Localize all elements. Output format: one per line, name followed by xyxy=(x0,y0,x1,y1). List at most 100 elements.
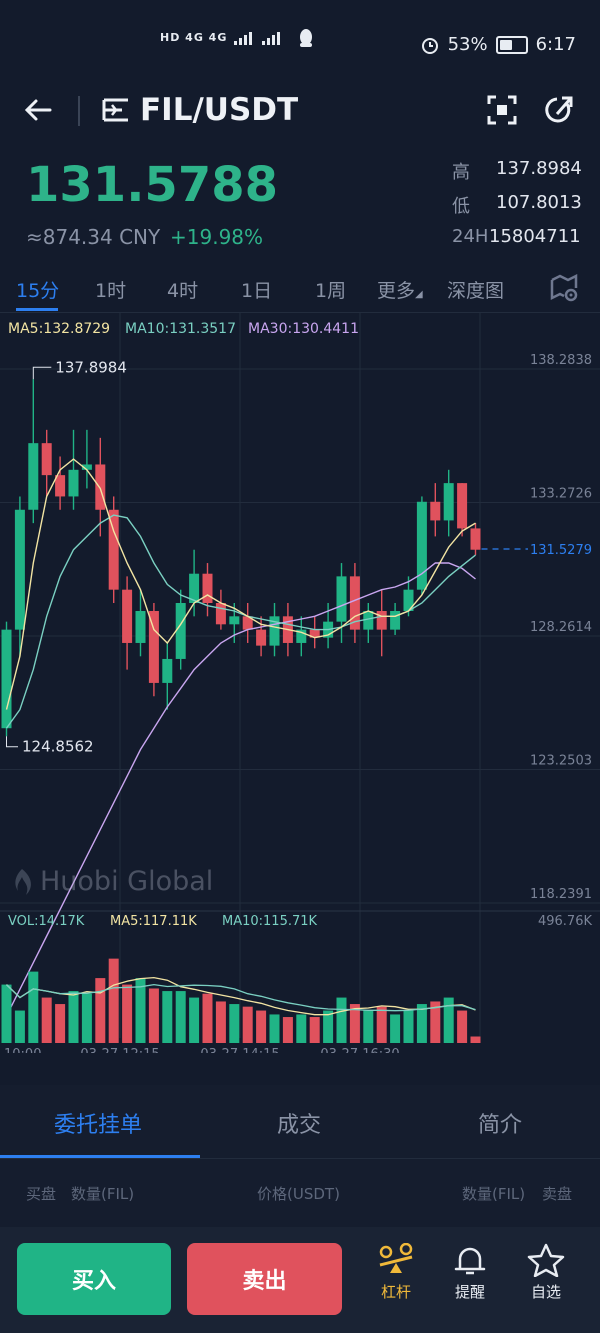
volume-bar xyxy=(390,1014,401,1043)
interval-tabs: 15分 1时 4时 1日 1周 更多◢ 深度图 xyxy=(0,268,600,313)
tab-15m[interactable]: 15分 xyxy=(16,276,59,303)
volume-bar xyxy=(470,1036,481,1043)
candle xyxy=(457,483,468,529)
menu-drawer-icon[interactable] xyxy=(102,96,130,124)
volume-bar xyxy=(282,1017,293,1043)
sell-button[interactable]: 卖出 xyxy=(187,1243,342,1315)
tab-1w[interactable]: 1周 xyxy=(315,276,346,303)
volume-bar xyxy=(95,978,106,1043)
candle xyxy=(122,589,133,643)
x-tick-label: 03-27 12:15 xyxy=(80,1047,159,1053)
candle xyxy=(202,573,213,604)
candle xyxy=(95,464,106,510)
tab-1d[interactable]: 1日 xyxy=(241,276,272,303)
volume-bar xyxy=(309,1017,320,1043)
qq-icon xyxy=(300,29,313,47)
tab-more[interactable]: 更多◢ xyxy=(377,276,423,303)
volume-bar xyxy=(256,1010,267,1043)
tab-intro[interactable]: 简介 xyxy=(478,1107,522,1139)
candle xyxy=(430,501,441,521)
volume-bar xyxy=(68,991,79,1043)
buy-button[interactable]: 买入 xyxy=(17,1243,171,1315)
high-label: 高 xyxy=(452,162,470,183)
battery-icon xyxy=(495,35,528,54)
kline-chart[interactable]: MA5:132.8729 MA10:131.3517 MA30:130.4411… xyxy=(0,313,600,1053)
tab-4h[interactable]: 4时 xyxy=(167,276,198,303)
network-indicators: HD 4G 4G xyxy=(160,28,315,48)
tab-1h[interactable]: 1时 xyxy=(95,276,126,303)
active-tab-indicator xyxy=(16,308,58,311)
min-price-label: 124.8562 xyxy=(22,738,94,756)
volume-max-label: 496.76K xyxy=(538,914,592,929)
volume-bar xyxy=(175,991,186,1043)
volume-indicator: VOL:14.17K xyxy=(8,914,85,929)
volume-bar xyxy=(135,978,146,1043)
chart-settings-icon[interactable] xyxy=(550,274,580,302)
leverage-label: 杠杆 xyxy=(380,1283,411,1301)
network-label: HD 4G 4G xyxy=(160,31,228,44)
candle xyxy=(1,629,12,729)
fullscreen-icon[interactable] xyxy=(486,94,518,126)
alert-nav[interactable]: 提醒 xyxy=(440,1243,500,1302)
battery-percent: 53% xyxy=(447,34,488,55)
price-change: +19.98% xyxy=(170,225,264,249)
leverage-nav[interactable]: 杠杆 xyxy=(366,1242,426,1302)
max-price-label: 137.8984 xyxy=(55,358,127,376)
volume-bar xyxy=(229,1004,240,1043)
last-price: 131.5788 xyxy=(26,157,279,213)
volume-bar xyxy=(202,993,213,1043)
watchlist-nav[interactable]: 自选 xyxy=(516,1243,576,1302)
y-tick-label: 138.2838 xyxy=(530,353,592,368)
candle xyxy=(135,610,146,643)
tab-orders[interactable]: 委托挂单 xyxy=(54,1107,142,1139)
watermark: Huobi Global xyxy=(10,866,213,897)
pair-title[interactable]: FIL/USDT xyxy=(140,90,298,130)
volume-bar xyxy=(162,991,173,1043)
back-arrow-icon[interactable] xyxy=(22,94,54,126)
candle xyxy=(336,576,347,622)
volume-bar xyxy=(1,984,12,1043)
candle xyxy=(175,603,186,659)
y-tick-label: 123.2503 xyxy=(530,754,592,769)
volume-bar xyxy=(28,971,39,1043)
candle xyxy=(68,469,79,497)
volume-bar xyxy=(55,1004,66,1043)
volume-bar xyxy=(148,988,159,1043)
volume-ma10-indicator: MA10:115.71K xyxy=(222,914,318,929)
clock: 6:17 xyxy=(535,34,576,55)
alert-label: 提醒 xyxy=(454,1283,485,1301)
candle xyxy=(41,443,52,476)
price-header: 价格(USDT) xyxy=(257,1185,340,1203)
candle xyxy=(162,658,173,683)
tab-trades[interactable]: 成交 xyxy=(277,1107,321,1139)
candle xyxy=(376,610,387,630)
chart-canvas[interactable]: 138.2838 133.2726 128.2614 123.2503 118.2391… xyxy=(0,313,600,1053)
volume-bar xyxy=(403,1010,414,1043)
volume-bar xyxy=(122,984,133,1043)
ma30-line xyxy=(5,562,476,1017)
current-price-label: 131.5279 xyxy=(530,543,592,558)
ask-qty-header: 数量(FIL) xyxy=(462,1185,526,1203)
candle xyxy=(443,483,454,521)
volume-ma5-indicator: MA5:117.11K xyxy=(110,914,197,929)
alarm-icon xyxy=(421,37,438,54)
tab-depth[interactable]: 深度图 xyxy=(447,276,504,303)
volume-bar xyxy=(363,1010,374,1043)
candle xyxy=(470,528,481,550)
candle xyxy=(55,475,66,497)
x-tick-label: 03-27 16:30 xyxy=(320,1047,399,1053)
low-label: 低 xyxy=(452,196,470,217)
star-icon xyxy=(527,1243,565,1278)
tab-more-label: 更多 xyxy=(377,280,416,302)
candle xyxy=(215,603,226,625)
volume-bar xyxy=(457,1010,468,1043)
bid-header: 买盘 xyxy=(26,1185,57,1203)
share-icon[interactable] xyxy=(543,94,575,126)
volume-bar xyxy=(336,997,347,1043)
high-value: 137.8984 xyxy=(496,158,582,179)
watchlist-label: 自选 xyxy=(530,1283,561,1301)
volume-bar xyxy=(81,993,92,1043)
vol24-value: 15804711 xyxy=(489,226,581,247)
vol24-label: 24H xyxy=(452,226,489,247)
header: FIL/USDT xyxy=(0,90,600,150)
